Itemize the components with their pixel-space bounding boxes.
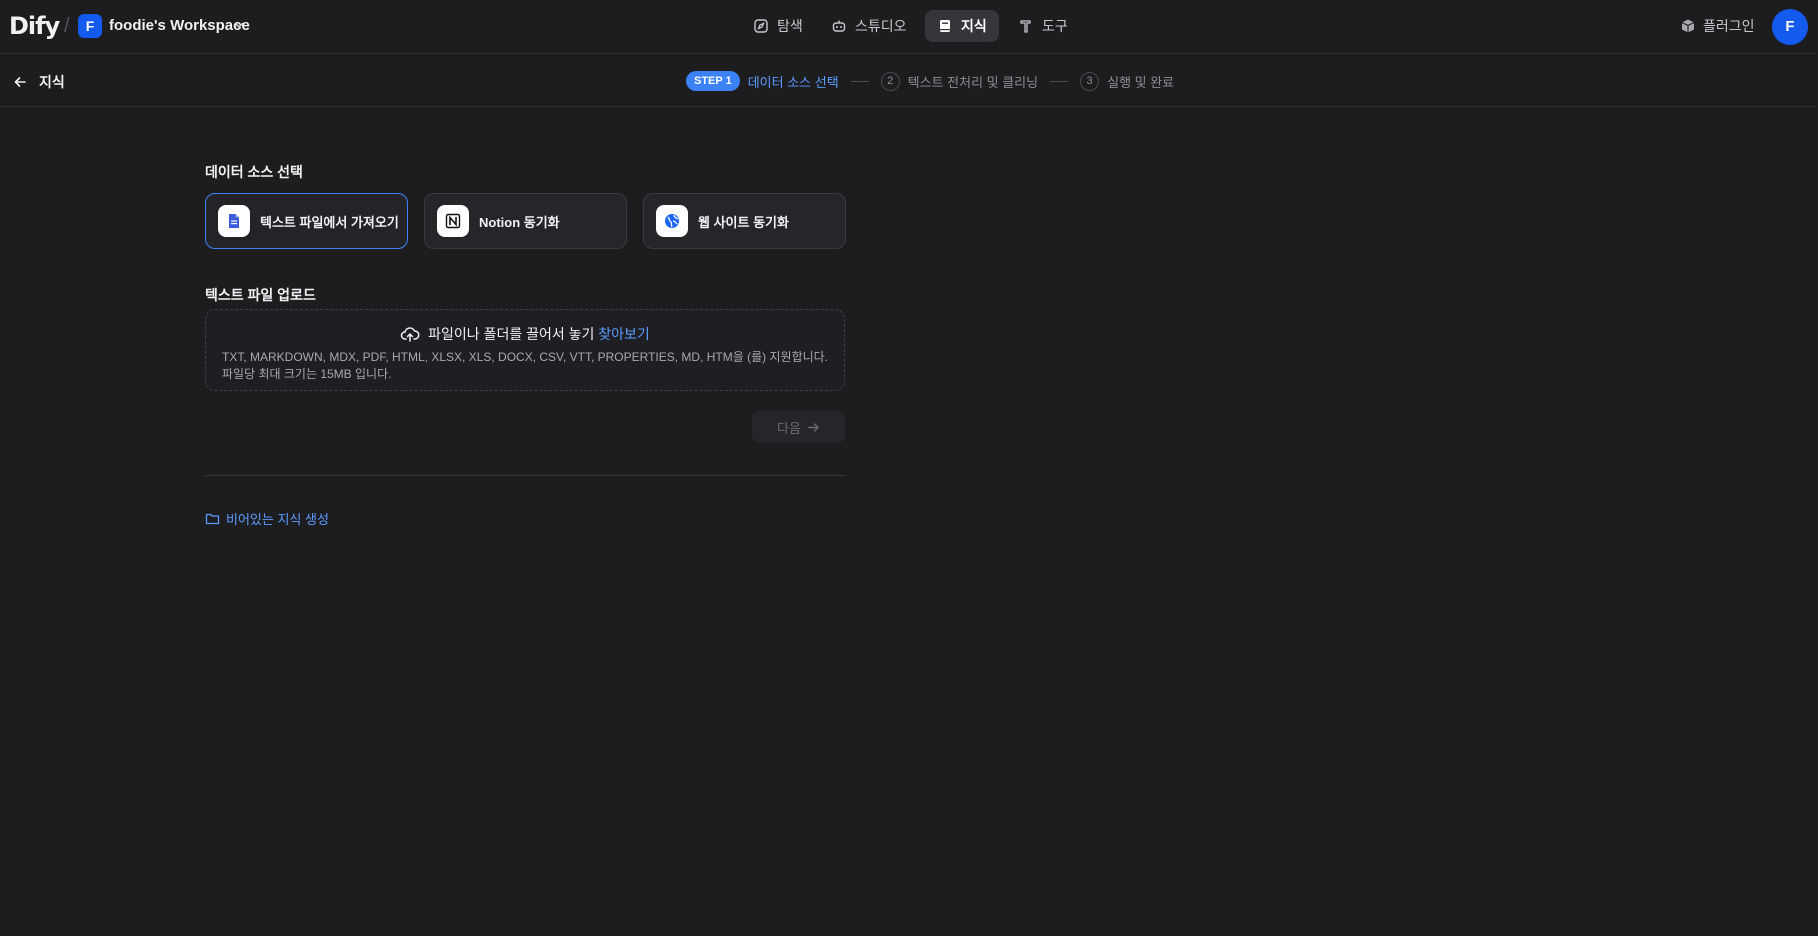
dify-logo[interactable]: Dify	[9, 12, 60, 40]
browse-link[interactable]: 찾아보기	[598, 326, 650, 342]
tab-studio-label: 스튜디오	[855, 18, 907, 34]
tab-knowledge-label: 지식	[961, 18, 987, 34]
source-file-icon-box	[218, 205, 250, 237]
create-empty-knowledge-label: 비어있는 지식 생성	[226, 512, 329, 527]
next-button[interactable]: 다음	[752, 411, 845, 443]
step-3-number: 3	[1080, 71, 1100, 91]
source-website-icon-box	[656, 205, 688, 237]
source-section-title: 데이터 소스 선택	[205, 164, 303, 180]
robot-icon	[832, 20, 846, 32]
max-size-text: 파일당 최대 크기는 15MB 입니다.	[222, 367, 392, 381]
globe-icon	[665, 214, 679, 228]
book-icon	[940, 20, 950, 32]
workspace-avatar[interactable]: F	[78, 14, 102, 38]
notion-icon	[445, 213, 461, 229]
back-label: 지식	[39, 74, 65, 90]
top-navbar: Dify / F foodie's Workspace 탐색 스튜디오 지식 도…	[0, 0, 1818, 54]
hammer-icon	[1020, 20, 1031, 33]
folder-icon	[205, 513, 220, 525]
step-3-label: 실행 및 완료	[1107, 74, 1175, 90]
supported-types-text: TXT, MARKDOWN, MDX, PDF, HTML, XLSX, XLS…	[222, 350, 829, 364]
source-file-card[interactable]: 텍스트 파일에서 가져오기	[205, 193, 408, 249]
source-website-label: 웹 사이트 동기화	[698, 214, 789, 230]
step-separator	[850, 80, 869, 82]
tab-studio[interactable]: 스튜디오	[819, 10, 919, 42]
source-notion-icon-box	[437, 205, 469, 237]
chevron-down-icon[interactable]	[233, 19, 245, 31]
stepper-header: 지식 STEP 1 데이터 소스 선택 2 텍스트 전처리 및 클리닝 3 실행…	[0, 55, 1818, 107]
step-indicator: STEP 1 데이터 소스 선택 2 텍스트 전처리 및 클리닝 3 실행 및 …	[686, 71, 1174, 91]
plugin-label: 플러그인	[1703, 18, 1755, 34]
plugin-button[interactable]: 플러그인	[1680, 14, 1755, 38]
user-avatar[interactable]: F	[1772, 9, 1808, 45]
create-empty-knowledge-link[interactable]: 비어있는 지식 생성	[205, 509, 329, 528]
cube-icon	[1681, 19, 1695, 33]
file-dropzone[interactable]: 파일이나 폴더를 끌어서 놓기 찾아보기 TXT, MARKDOWN, MDX,…	[205, 309, 845, 391]
cloud-upload-icon	[400, 327, 420, 342]
step-2-label: 텍스트 전처리 및 클리닝	[907, 74, 1039, 90]
tab-knowledge[interactable]: 지식	[925, 10, 999, 42]
tab-explore[interactable]: 탐색	[741, 10, 815, 42]
dropzone-prompt-text: 파일이나 폴더를 끌어서 놓기	[428, 326, 595, 342]
tab-tools[interactable]: 도구	[1006, 10, 1080, 42]
compass-icon	[754, 19, 768, 33]
file-icon	[229, 214, 239, 228]
upload-section-title: 텍스트 파일 업로드	[205, 287, 316, 303]
back-button[interactable]: 지식	[13, 72, 65, 92]
workspace-name[interactable]: foodie's Workspace	[109, 17, 250, 35]
step-separator	[1050, 80, 1069, 82]
dropzone-prompt: 파일이나 폴더를 끌어서 놓기 찾아보기	[428, 324, 650, 344]
tab-tools-label: 도구	[1042, 18, 1068, 34]
breadcrumb-separator: /	[64, 15, 70, 37]
section-divider	[205, 475, 845, 476]
next-label: 다음	[777, 420, 801, 436]
step-1-label: 데이터 소스 선택	[747, 74, 839, 90]
source-notion-label: Notion 동기화	[479, 214, 560, 230]
step-1-badge: STEP 1	[686, 71, 740, 91]
step-2-number: 2	[880, 71, 900, 91]
source-website-card[interactable]: 웹 사이트 동기화	[643, 193, 846, 249]
dropzone-prompt-row: 파일이나 폴더를 끌어서 놓기 찾아보기	[206, 324, 844, 344]
arrow-right-icon	[808, 422, 819, 432]
tab-explore-label: 탐색	[777, 18, 803, 34]
arrow-left-icon	[14, 77, 26, 87]
source-notion-card[interactable]: Notion 동기화	[424, 193, 627, 249]
source-file-label: 텍스트 파일에서 가져오기	[260, 214, 399, 230]
